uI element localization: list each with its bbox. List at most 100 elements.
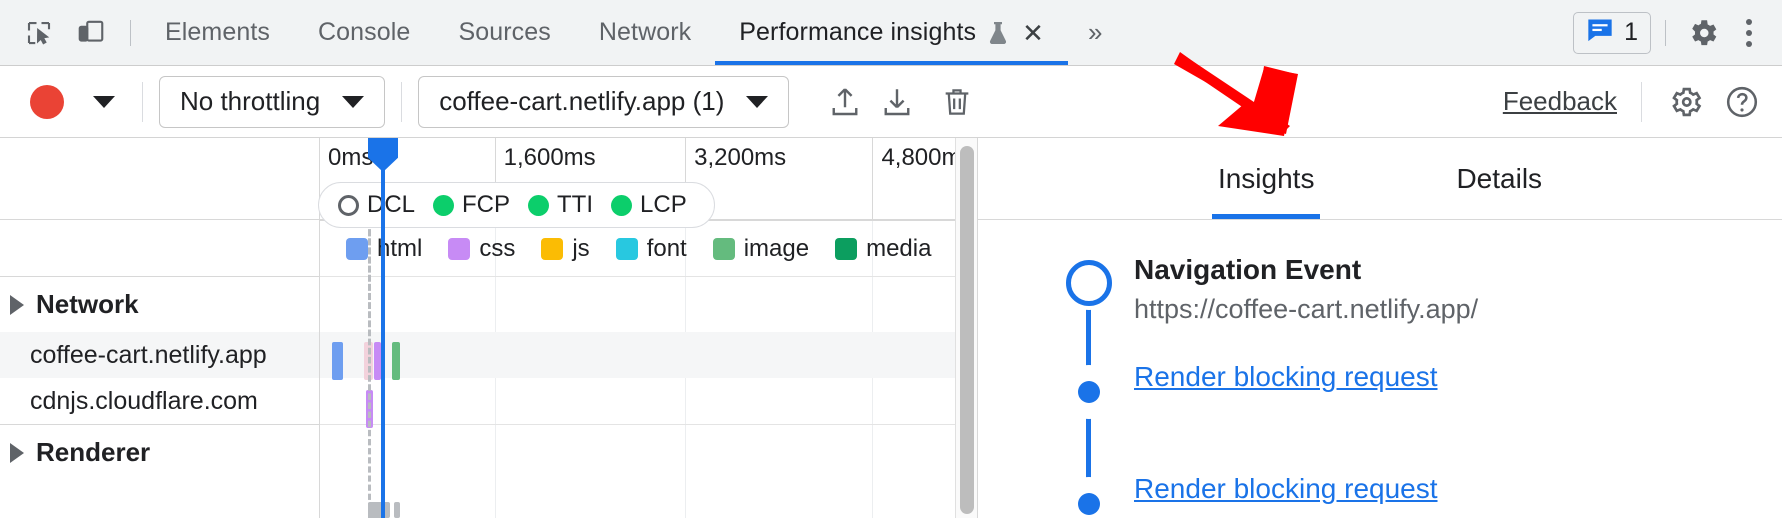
ruler-tick-label: 1,600ms bbox=[504, 144, 596, 171]
tab-elements-label: Elements bbox=[165, 18, 270, 47]
row-separator bbox=[320, 424, 955, 425]
timeline-vertical-scrollbar[interactable] bbox=[955, 138, 977, 518]
fcp-dot-icon bbox=[433, 195, 454, 216]
track-group-network[interactable]: Network bbox=[0, 276, 319, 332]
tab-insights[interactable]: Insights bbox=[1192, 138, 1341, 219]
trash-icon[interactable] bbox=[931, 76, 983, 128]
marker-fcp[interactable]: FCP bbox=[424, 191, 519, 219]
tabbar-right-divider bbox=[1665, 20, 1666, 46]
timeline-playhead[interactable] bbox=[381, 220, 385, 518]
timeline-pane: 0ms 1,600ms 3,200ms 4,800ms bbox=[0, 138, 955, 518]
legend-font-label: font bbox=[647, 235, 687, 263]
kebab-dot bbox=[1746, 30, 1752, 36]
flask-icon bbox=[986, 20, 1010, 46]
more-vertical-icon[interactable] bbox=[1730, 19, 1768, 47]
kebab-dot bbox=[1746, 19, 1752, 25]
chevron-down-icon bbox=[342, 96, 364, 108]
request-bar-css[interactable] bbox=[374, 342, 381, 380]
insights-pane: Insights Details Navigation Event https:… bbox=[977, 138, 1782, 518]
marker-tti[interactable]: TTI bbox=[519, 191, 602, 219]
lcp-dot-icon bbox=[611, 195, 632, 216]
track-group-renderer-label: Renderer bbox=[36, 437, 150, 468]
download-icon[interactable] bbox=[871, 76, 923, 128]
renderer-activity-bar[interactable] bbox=[368, 502, 390, 518]
more-tabs-label: » bbox=[1088, 17, 1102, 48]
insight-render-blocking-1-text: Render blocking request bbox=[1060, 361, 1438, 393]
legend-js-label: js bbox=[572, 235, 589, 263]
tab-network[interactable]: Network bbox=[575, 0, 715, 65]
marker-dcl-label: DCL bbox=[367, 191, 415, 219]
track-row-cdnjs[interactable]: cdnjs.cloudflare.com bbox=[0, 378, 319, 424]
gear-icon[interactable] bbox=[1680, 10, 1726, 56]
legend-js: js bbox=[541, 235, 589, 263]
chevron-down-glyph bbox=[93, 96, 115, 108]
insight-render-blocking-1[interactable]: Render blocking request bbox=[978, 361, 1782, 433]
help-circle-icon[interactable] bbox=[1716, 76, 1768, 128]
marker-lcp[interactable]: LCP bbox=[602, 191, 696, 219]
insight-render-blocking-2[interactable]: Render blocking request bbox=[978, 473, 1782, 518]
devtools-tabbar: Elements Console Sources Network Perform… bbox=[0, 0, 1782, 66]
track-canvas[interactable]: html css js font bbox=[320, 220, 955, 518]
legend-media-label: media bbox=[866, 235, 931, 263]
record-options-chevron-down-icon[interactable] bbox=[82, 80, 126, 124]
triangle-right-icon[interactable] bbox=[10, 295, 24, 315]
dot-icon bbox=[1078, 493, 1100, 515]
ring-icon bbox=[1066, 260, 1112, 306]
tab-console[interactable]: Console bbox=[294, 0, 434, 65]
track-row-coffee-cart[interactable]: coffee-cart.netlify.app bbox=[0, 332, 319, 378]
insights-list: Navigation Event https://coffee-cart.net… bbox=[978, 220, 1782, 518]
track-group-renderer[interactable]: Renderer bbox=[0, 424, 319, 480]
timeline-markers[interactable]: DCL FCP TTI LCP bbox=[318, 182, 715, 228]
legend-media-swatch bbox=[835, 238, 857, 260]
insight-navigation-text: Navigation Event https://coffee-cart.net… bbox=[1060, 252, 1478, 327]
feedback-link[interactable]: Feedback bbox=[1503, 86, 1617, 117]
row-separator bbox=[320, 276, 955, 277]
tab-performance-insights[interactable]: Performance insights ✕ bbox=[715, 0, 1068, 65]
render-blocking-request-link[interactable]: Render blocking request bbox=[1134, 473, 1438, 504]
tabbar-left-tools bbox=[0, 0, 141, 65]
device-toolbar-icon[interactable] bbox=[68, 10, 114, 56]
gear-icon[interactable] bbox=[1660, 76, 1712, 128]
dcl-ring-icon bbox=[338, 195, 359, 216]
throttling-select[interactable]: No throttling bbox=[159, 76, 385, 128]
triangle-right-icon[interactable] bbox=[10, 443, 24, 463]
dot-icon bbox=[1078, 381, 1100, 403]
tab-performance-insights-label: Performance insights bbox=[739, 18, 976, 47]
close-icon[interactable]: ✕ bbox=[1022, 20, 1044, 46]
legend-media: media bbox=[835, 235, 931, 263]
marker-tti-label: TTI bbox=[557, 191, 593, 219]
request-bar-html[interactable] bbox=[332, 342, 343, 380]
tab-details-label: Details bbox=[1456, 163, 1542, 195]
tab-insights-label: Insights bbox=[1218, 163, 1315, 195]
tracks-area: Network coffee-cart.netlify.app cdnjs.cl… bbox=[0, 220, 955, 518]
timeline-playhead-ruler[interactable] bbox=[381, 138, 385, 220]
tabbar-right-tools: 1 bbox=[1573, 0, 1782, 65]
row-highlight-coffee-cart bbox=[320, 332, 955, 378]
recording-select[interactable]: coffee-cart.netlify.app (1) bbox=[418, 76, 789, 128]
render-blocking-request-link[interactable]: Render blocking request bbox=[1134, 361, 1438, 392]
scrollbar-thumb[interactable] bbox=[960, 146, 974, 514]
issues-badge[interactable]: 1 bbox=[1573, 12, 1651, 54]
inspect-cursor-icon[interactable] bbox=[16, 10, 62, 56]
tab-elements[interactable]: Elements bbox=[141, 0, 294, 65]
tab-sources[interactable]: Sources bbox=[434, 0, 574, 65]
more-tabs-icon[interactable]: » bbox=[1068, 0, 1122, 65]
insight-navigation-event[interactable]: Navigation Event https://coffee-cart.net… bbox=[978, 252, 1782, 327]
insight-navigation-url: https://coffee-cart.netlify.app/ bbox=[1134, 291, 1478, 327]
legend-css-swatch bbox=[448, 238, 470, 260]
performance-toolbar: No throttling coffee-cart.netlify.app (1… bbox=[0, 66, 1782, 138]
insight-render-blocking-2-text: Render blocking request bbox=[1060, 473, 1438, 505]
upload-icon[interactable] bbox=[819, 76, 871, 128]
legend-css: css bbox=[448, 235, 515, 263]
panel-tabs: Elements Console Sources Network Perform… bbox=[141, 0, 1068, 65]
tabbar-divider bbox=[130, 20, 131, 46]
request-bar-image[interactable] bbox=[392, 342, 400, 380]
legend-css-label: css bbox=[479, 235, 515, 263]
tab-details[interactable]: Details bbox=[1430, 138, 1568, 219]
renderer-activity-bar[interactable] bbox=[394, 502, 400, 518]
tti-dot-icon bbox=[528, 195, 549, 216]
marker-dcl[interactable]: DCL bbox=[329, 191, 424, 219]
insight-node-icon bbox=[1062, 365, 1116, 419]
record-circle-icon[interactable] bbox=[30, 85, 64, 119]
track-labels: Network coffee-cart.netlify.app cdnjs.cl… bbox=[0, 220, 320, 518]
